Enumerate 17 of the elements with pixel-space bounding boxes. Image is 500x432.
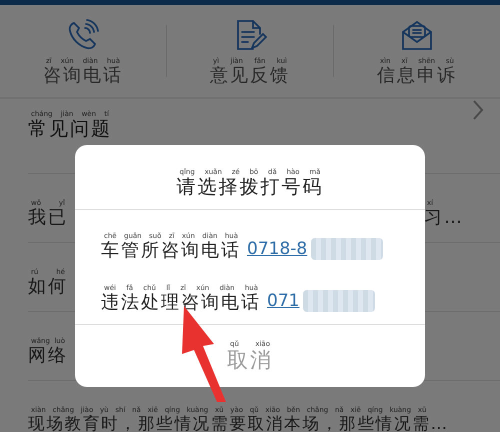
question-text[interactable]: 我已 — [28, 209, 68, 227]
question-text[interactable]: 网络 — [28, 347, 68, 365]
question-text[interactable]: 习… — [424, 209, 464, 227]
menu-label[interactable]: 信息申诉 — [377, 66, 457, 84]
option-label: 违法处理咨询电话 — [101, 294, 261, 312]
option-label: 车管所咨询电话 — [101, 242, 241, 260]
question-text[interactable]: 如何 — [28, 278, 68, 296]
section-heading: 常见问题 — [28, 120, 112, 139]
cancel-text[interactable]: 取消 — [227, 350, 273, 371]
dialog-title: 请选择拨打号码 — [176, 178, 324, 197]
phone-icon — [66, 18, 100, 52]
phone-link[interactable]: 0718-8 — [247, 239, 308, 260]
menu-label[interactable]: 咨询电话 — [43, 66, 123, 84]
chevron-right-icon[interactable] — [472, 99, 484, 121]
phone-link[interactable]: 071 — [267, 291, 300, 312]
menu-label[interactable]: 意见反馈 — [210, 66, 290, 84]
question-text[interactable]: 现场教育时，那些情况需要取消本场，那些情况需… — [28, 416, 448, 432]
